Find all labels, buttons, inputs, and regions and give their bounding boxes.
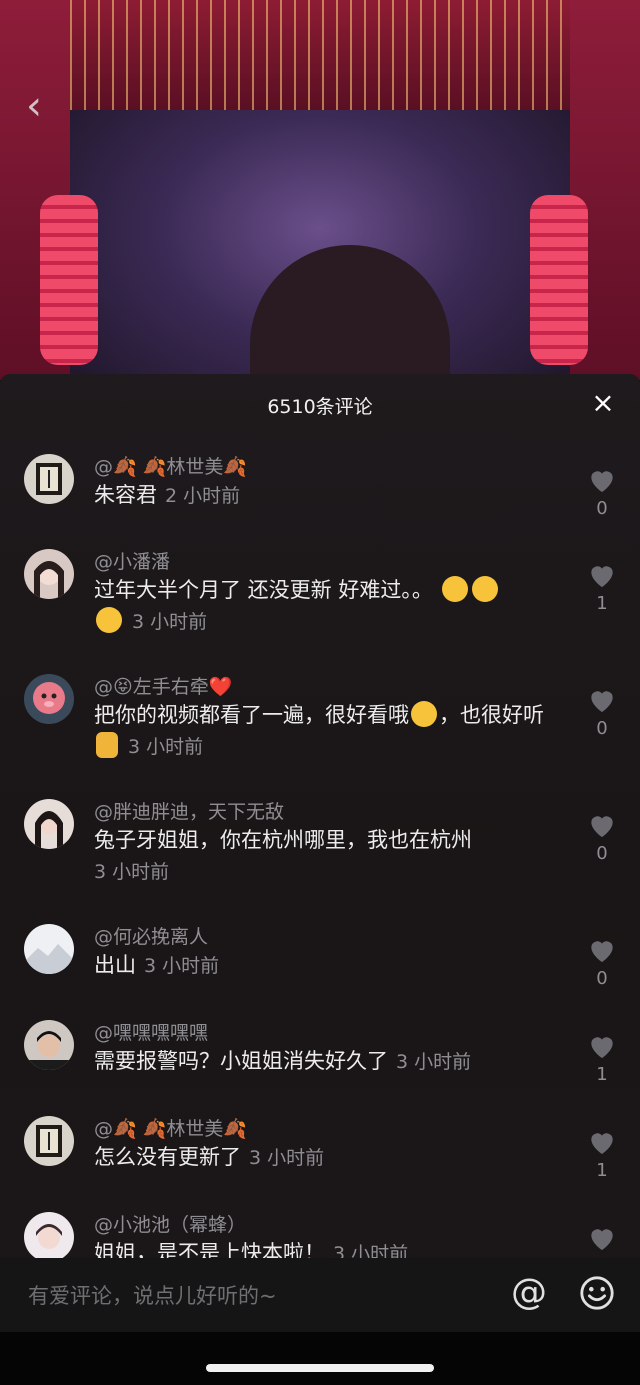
comment-text: 朱容君 2 小时前 [94,480,562,512]
heart-icon[interactable] [586,464,618,496]
avatar[interactable] [24,799,74,849]
comment-body: 怎么没有更新了 [94,1145,241,1169]
avatar[interactable] [24,924,74,974]
comment-input[interactable]: 有爱评论，说点儿好听的~ [28,1280,277,1310]
comment-input-bar: 有爱评论，说点儿好听的~ @ [0,1258,640,1332]
comment-time: 3 小时前 [396,1051,472,1073]
heart-icon[interactable] [586,559,618,591]
like-count: 1 [596,593,608,614]
crying-laughing-emoji-icon [441,576,468,602]
thumbs-up-emoji-icon [96,732,118,758]
back-button[interactable]: ‹ [26,86,56,126]
avatar[interactable] [24,1116,74,1166]
comment-text: 怎么没有更新了 3 小时前 [94,1142,562,1174]
like-count: 1 [596,1064,608,1085]
comment-username[interactable]: @胖迪胖迪，天下无敌 [94,797,284,824]
crying-laughing-emoji-icon [96,607,122,633]
comment-username[interactable]: @小潘潘 [94,547,170,574]
heart-icon[interactable] [586,934,618,966]
comment-time: 3 小时前 [144,955,220,977]
avatar[interactable] [24,549,74,599]
heart-icon[interactable] [586,1222,618,1254]
comment-username[interactable]: @🍂 🍂林世美🍂 [94,452,247,479]
comment-body: 朱容君 [94,483,157,507]
like-count: 0 [596,968,608,989]
comment-time: 2 小时前 [165,485,241,507]
avatar[interactable] [24,1020,74,1070]
avatar[interactable] [24,454,74,504]
comment-username[interactable]: @嘿嘿嘿嘿嘿 [94,1018,208,1045]
close-icon[interactable]: × [590,388,616,418]
video-background [0,0,640,380]
comment-body-cont: ，也很好听 [439,703,544,727]
at-icon[interactable]: @ [510,1274,548,1312]
lantern-right [530,195,588,365]
comment-time: 3 小时前 [249,1147,325,1169]
heart-icon[interactable] [586,809,618,841]
home-indicator[interactable] [206,1364,434,1372]
heart-icon[interactable] [586,684,618,716]
comment-body: 姐姐，是不是上快本啦！ [94,1241,325,1258]
home-bar [0,1332,640,1385]
person-head [250,245,450,380]
like-count: 1 [596,1160,608,1181]
heart-icon[interactable] [586,1126,618,1158]
comment-username[interactable]: @😝左手右牵❤️ [94,672,232,699]
avatar[interactable] [24,1212,74,1258]
emoji-icon[interactable] [578,1274,616,1312]
comment-time: 3 小时前 [333,1243,409,1258]
comment-time: 3 小时前 [94,861,170,883]
comment-body: 兔子牙姐姐，你在杭州哪里，我也在杭州 [94,828,472,852]
like-count: 0 [596,498,608,519]
comment-body: 需要报警吗？小姐姐消失好久了 [94,1049,388,1073]
comment-username[interactable]: @何必挽离人 [94,922,208,949]
like-count: 0 [596,718,608,739]
comment-username[interactable]: @🍂 🍂林世美🍂 [94,1114,247,1141]
comments-panel: 6510条评论 × @🍂 🍂林世美🍂 朱容君 2 小时前 0 @小潘潘 过年大半个… [0,374,640,1258]
heart-icon[interactable] [586,1030,618,1062]
comment-text: 把你的视频都看了一遍，很好看哦 ，也很好听 3 小时前 [94,700,562,763]
comment-text: 出山 3 小时前 [94,950,562,982]
comment-time: 3 小时前 [128,736,204,758]
lantern-left [40,195,98,365]
avatar[interactable] [24,674,74,724]
comment-text: 姐姐，是不是上快本啦！ 3 小时前 [94,1238,562,1258]
like-count: 0 [596,843,608,864]
comment-time: 3 小时前 [132,611,208,633]
comment-text: 兔子牙姐姐，你在杭州哪里，我也在杭州 3 小时前 [94,825,562,888]
comment-text: 需要报警吗？小姐姐消失好久了 3 小时前 [94,1046,562,1078]
comment-username[interactable]: @小池池（幂蜂） [94,1210,246,1237]
comment-body: 出山 [94,953,136,977]
crying-laughing-emoji-icon [471,576,498,602]
comment-body: 把你的视频都看了一遍，很好看哦 [94,703,409,727]
smile-emoji-icon [411,701,437,727]
comments-count-title: 6510条评论 [267,396,373,418]
stage-fringe [0,0,640,110]
comment-text: 过年大半个月了 还没更新 好难过。。 3 小时前 [94,575,562,638]
comment-body: 过年大半个月了 还没更新 好难过。。 [94,578,433,602]
